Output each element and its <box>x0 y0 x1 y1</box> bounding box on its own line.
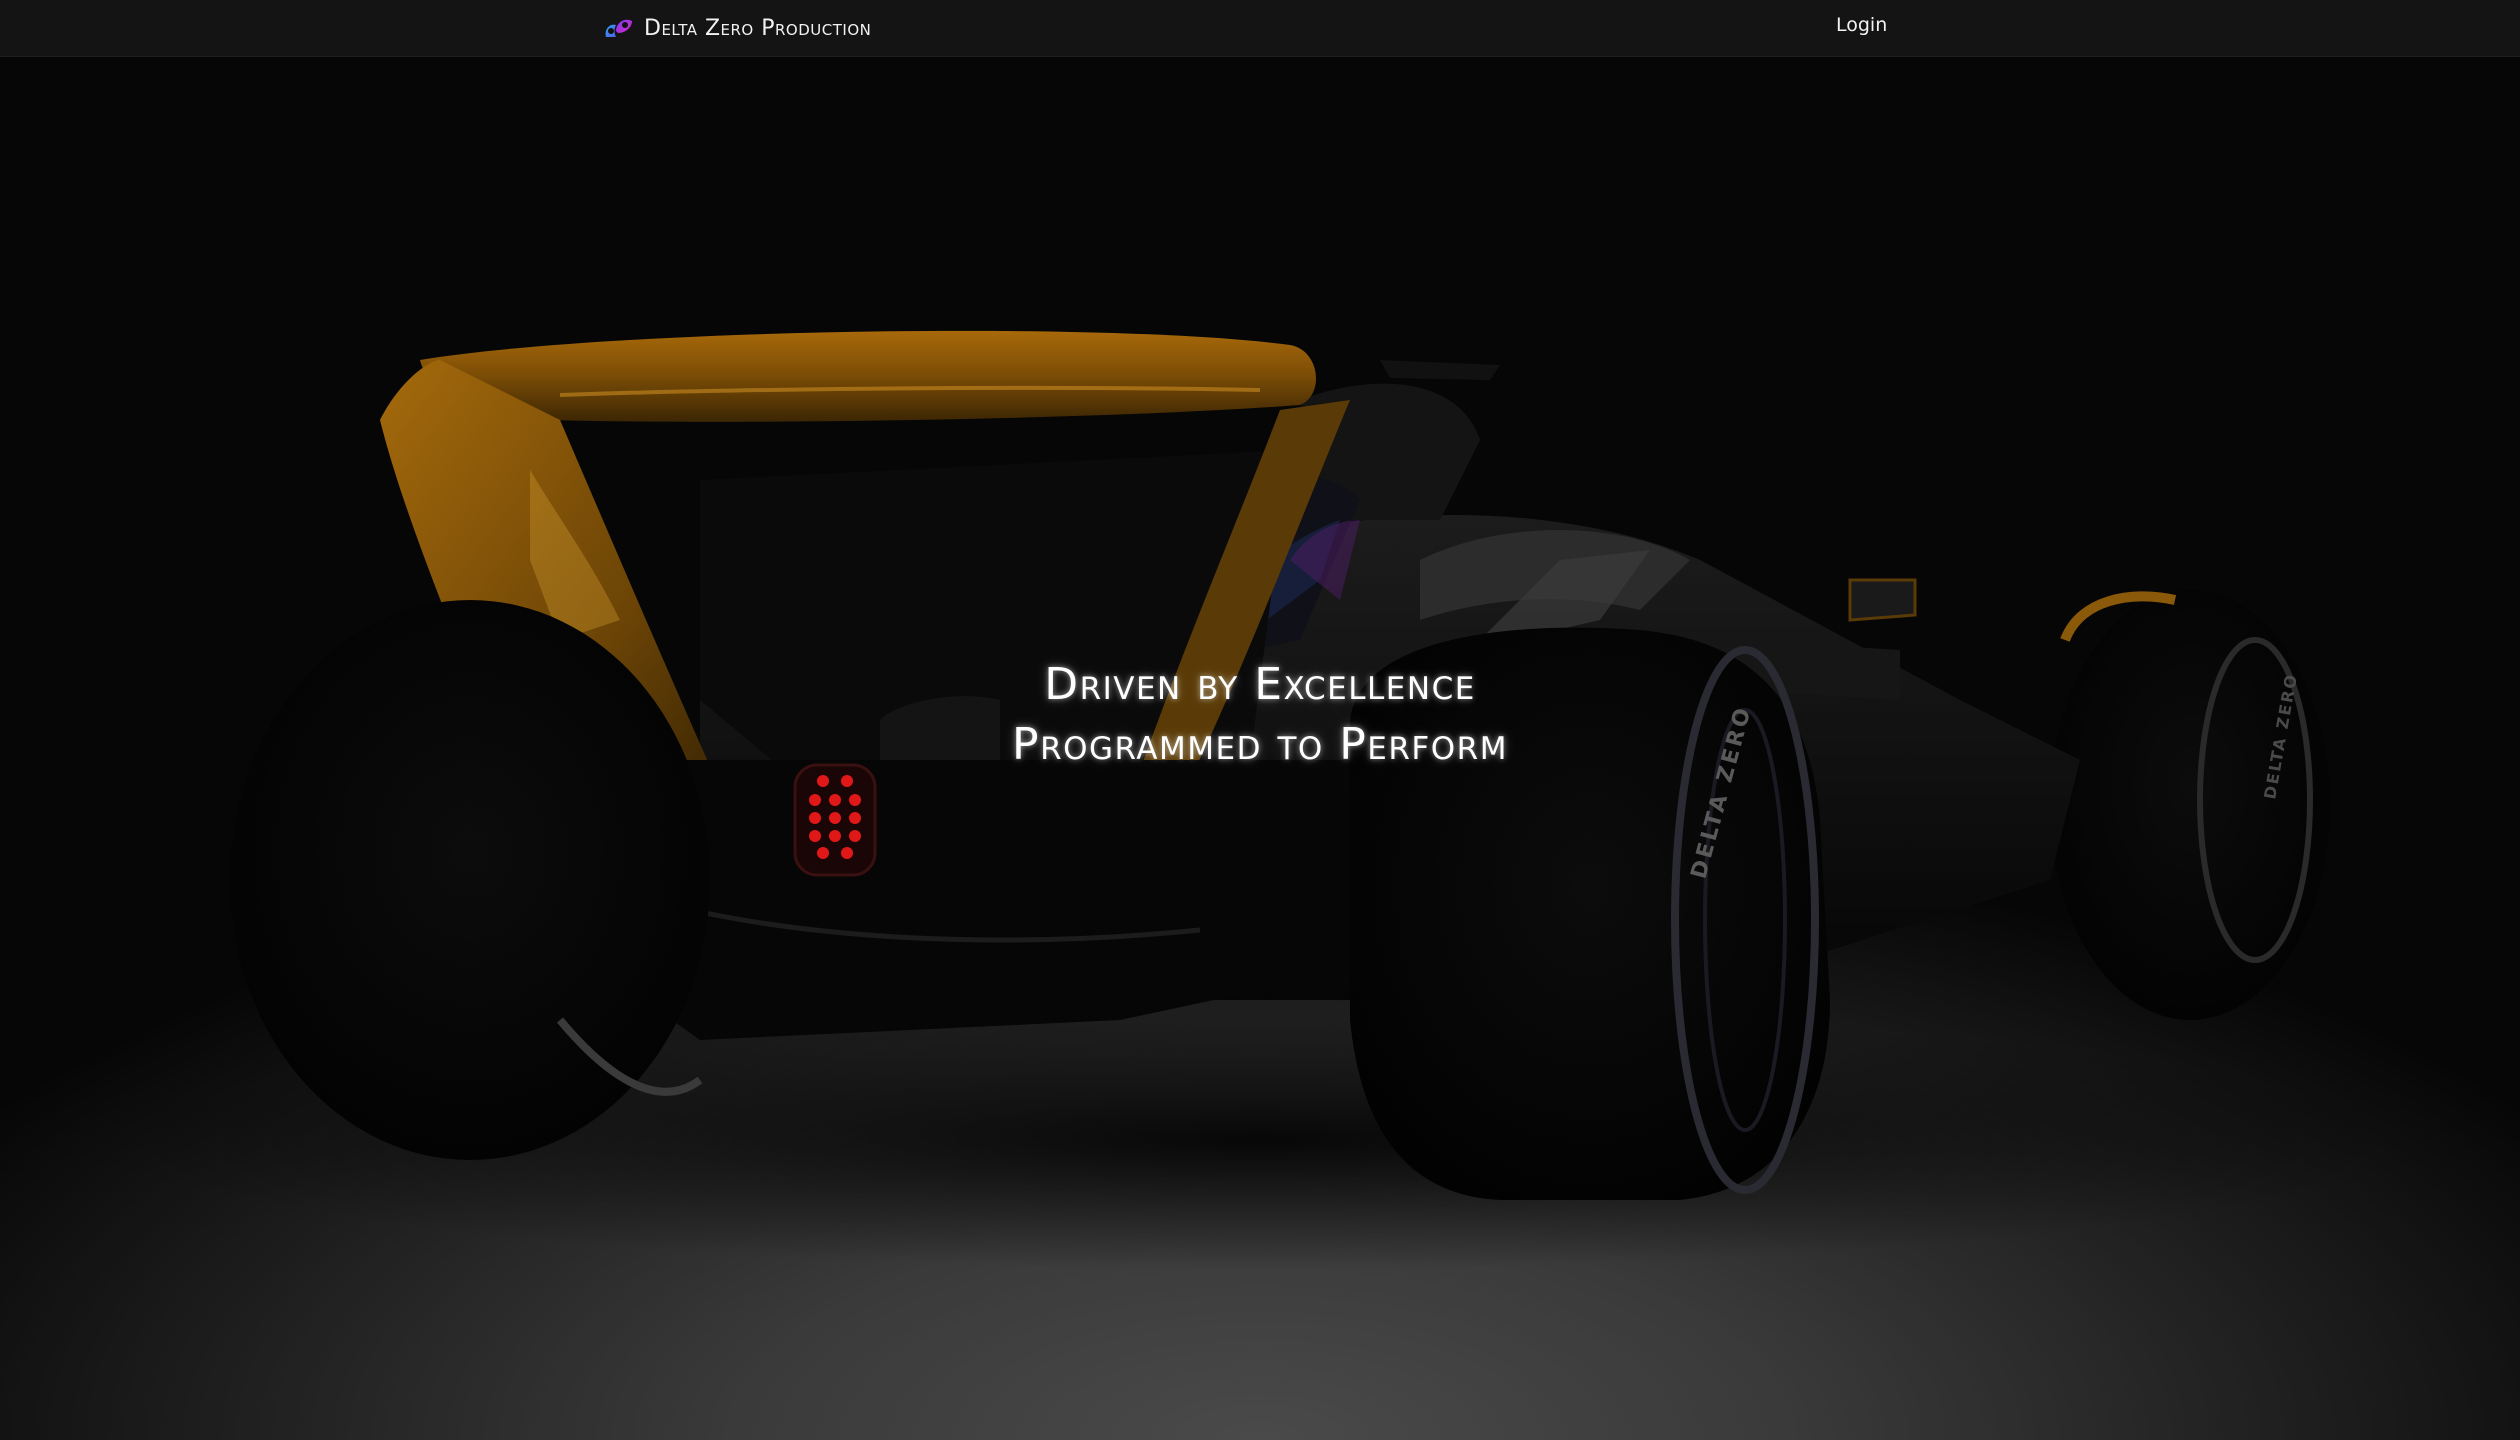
brand[interactable]: Delta Zero Production <box>602 14 871 42</box>
delta-zero-logo-icon <box>602 15 636 41</box>
top-navbar: Delta Zero Production Login <box>0 0 2520 56</box>
hero-headline: Driven by Excellence Programmed to Perfo… <box>0 655 2520 775</box>
login-link[interactable]: Login <box>1836 14 1887 36</box>
landing-page: Delta Zero Production Login DELTA ZERO D… <box>0 0 2520 1440</box>
brand-name: Delta Zero Production <box>644 15 872 41</box>
hero-background-image: DELTA ZERO DELTA ZERO Driven by Excellen… <box>0 56 2520 1440</box>
headline-line-1: Driven by Excellence <box>1044 659 1476 710</box>
headline-line-2: Programmed to Perform <box>1012 719 1508 770</box>
